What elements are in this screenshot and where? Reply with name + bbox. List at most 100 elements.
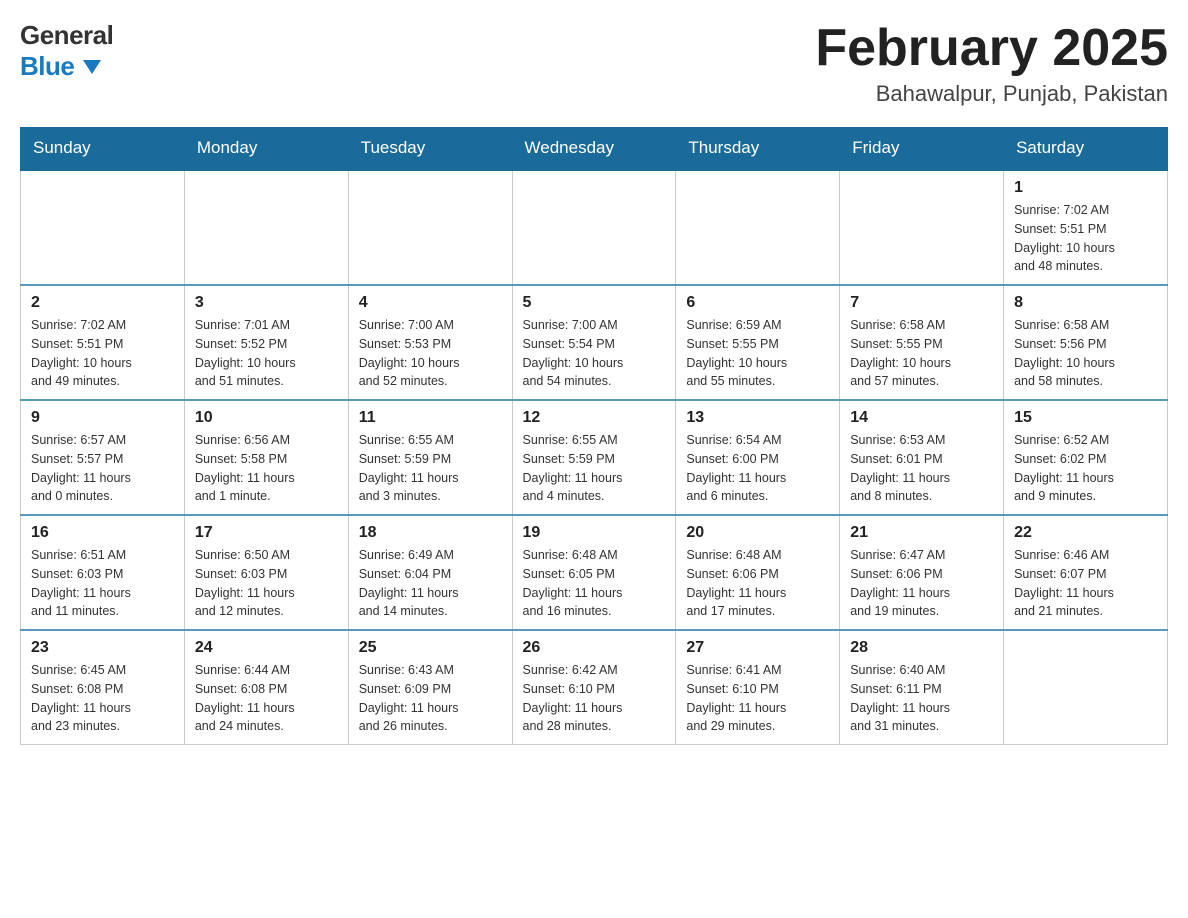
calendar-cell: 5 Sunrise: 7:00 AM Sunset: 5:54 PM Daylig…	[512, 285, 676, 400]
day-number: 4	[359, 294, 502, 312]
calendar-cell	[840, 170, 1004, 286]
logo-blue: Blue	[20, 51, 113, 82]
day-number: 24	[195, 639, 338, 657]
day-info: Sunrise: 6:59 AM Sunset: 5:55 PM Dayligh…	[686, 316, 829, 391]
day-info: Sunrise: 6:41 AM Sunset: 6:10 PM Dayligh…	[686, 661, 829, 736]
day-number: 1	[1014, 179, 1157, 197]
day-info: Sunrise: 6:42 AM Sunset: 6:10 PM Dayligh…	[523, 661, 666, 736]
calendar-cell: 8 Sunrise: 6:58 AM Sunset: 5:56 PM Daylig…	[1004, 285, 1168, 400]
calendar-week-row: 16Sunrise: 6:51 AM Sunset: 6:03 PM Dayli…	[21, 515, 1168, 630]
calendar-cell: 21 Sunrise: 6:47 AM Sunset: 6:06 PM Dayli…	[840, 515, 1004, 630]
calendar-cell: 26 Sunrise: 6:42 AM Sunset: 6:10 PM Dayli…	[512, 630, 676, 745]
calendar-cell: 3 Sunrise: 7:01 AM Sunset: 5:52 PM Daylig…	[184, 285, 348, 400]
day-number: 21	[850, 524, 993, 542]
calendar-cell	[512, 170, 676, 286]
calendar-cell: 27 Sunrise: 6:41 AM Sunset: 6:10 PM Dayli…	[676, 630, 840, 745]
day-number: 5	[523, 294, 666, 312]
day-info: Sunrise: 6:55 AM Sunset: 5:59 PM Dayligh…	[523, 431, 666, 506]
calendar-cell: 7 Sunrise: 6:58 AM Sunset: 5:55 PM Daylig…	[840, 285, 1004, 400]
day-info: Sunrise: 6:51 AM Sunset: 6:03 PM Dayligh…	[31, 546, 174, 621]
day-info: Sunrise: 7:02 AM Sunset: 5:51 PM Dayligh…	[31, 316, 174, 391]
weekday-header-friday: Friday	[840, 128, 1004, 170]
day-info: Sunrise: 6:50 AM Sunset: 6:03 PM Dayligh…	[195, 546, 338, 621]
weekday-header-wednesday: Wednesday	[512, 128, 676, 170]
day-number: 18	[359, 524, 502, 542]
calendar-table: SundayMondayTuesdayWednesdayThursdayFrid…	[20, 127, 1168, 745]
logo: General Blue	[20, 20, 113, 82]
calendar-cell: 19 Sunrise: 6:48 AM Sunset: 6:05 PM Dayli…	[512, 515, 676, 630]
day-info: Sunrise: 6:55 AM Sunset: 5:59 PM Dayligh…	[359, 431, 502, 506]
day-number: 26	[523, 639, 666, 657]
day-number: 11	[359, 409, 502, 427]
weekday-header-tuesday: Tuesday	[348, 128, 512, 170]
day-info: Sunrise: 6:45 AM Sunset: 6:08 PM Dayligh…	[31, 661, 174, 736]
day-number: 19	[523, 524, 666, 542]
day-number: 13	[686, 409, 829, 427]
location-title: Bahawalpur, Punjab, Pakistan	[815, 81, 1168, 107]
calendar-week-row: 2Sunrise: 7:02 AM Sunset: 5:51 PM Daylig…	[21, 285, 1168, 400]
calendar-cell	[184, 170, 348, 286]
day-info: Sunrise: 6:58 AM Sunset: 5:56 PM Dayligh…	[1014, 316, 1157, 391]
day-number: 12	[523, 409, 666, 427]
calendar-week-row: 23 Sunrise: 6:45 AM Sunset: 6:08 PM Dayli…	[21, 630, 1168, 745]
calendar-week-row: 9Sunrise: 6:57 AM Sunset: 5:57 PM Daylig…	[21, 400, 1168, 515]
calendar-cell: 11 Sunrise: 6:55 AM Sunset: 5:59 PM Dayli…	[348, 400, 512, 515]
calendar-cell: 20 Sunrise: 6:48 AM Sunset: 6:06 PM Dayli…	[676, 515, 840, 630]
day-info: Sunrise: 6:40 AM Sunset: 6:11 PM Dayligh…	[850, 661, 993, 736]
day-info: Sunrise: 6:52 AM Sunset: 6:02 PM Dayligh…	[1014, 431, 1157, 506]
calendar-cell: 17 Sunrise: 6:50 AM Sunset: 6:03 PM Dayli…	[184, 515, 348, 630]
calendar-cell: 9Sunrise: 6:57 AM Sunset: 5:57 PM Daylig…	[21, 400, 185, 515]
day-number: 28	[850, 639, 993, 657]
weekday-header-row: SundayMondayTuesdayWednesdayThursdayFrid…	[21, 128, 1168, 170]
calendar-cell	[21, 170, 185, 286]
day-info: Sunrise: 6:56 AM Sunset: 5:58 PM Dayligh…	[195, 431, 338, 506]
day-number: 3	[195, 294, 338, 312]
day-info: Sunrise: 6:48 AM Sunset: 6:06 PM Dayligh…	[686, 546, 829, 621]
title-block: February 2025 Bahawalpur, Punjab, Pakist…	[815, 20, 1168, 107]
calendar-cell: 14Sunrise: 6:53 AM Sunset: 6:01 PM Dayli…	[840, 400, 1004, 515]
day-number: 6	[686, 294, 829, 312]
logo-triangle-icon	[83, 60, 101, 74]
calendar-cell: 16Sunrise: 6:51 AM Sunset: 6:03 PM Dayli…	[21, 515, 185, 630]
calendar-cell: 10Sunrise: 6:56 AM Sunset: 5:58 PM Dayli…	[184, 400, 348, 515]
calendar-cell	[676, 170, 840, 286]
weekday-header-saturday: Saturday	[1004, 128, 1168, 170]
day-info: Sunrise: 7:00 AM Sunset: 5:53 PM Dayligh…	[359, 316, 502, 391]
day-info: Sunrise: 7:01 AM Sunset: 5:52 PM Dayligh…	[195, 316, 338, 391]
calendar-cell: 23 Sunrise: 6:45 AM Sunset: 6:08 PM Dayli…	[21, 630, 185, 745]
day-info: Sunrise: 6:48 AM Sunset: 6:05 PM Dayligh…	[523, 546, 666, 621]
day-number: 20	[686, 524, 829, 542]
weekday-header-sunday: Sunday	[21, 128, 185, 170]
calendar-cell: 15 Sunrise: 6:52 AM Sunset: 6:02 PM Dayli…	[1004, 400, 1168, 515]
day-number: 8	[1014, 294, 1157, 312]
day-number: 7	[850, 294, 993, 312]
day-number: 14	[850, 409, 993, 427]
calendar-cell: 25 Sunrise: 6:43 AM Sunset: 6:09 PM Dayli…	[348, 630, 512, 745]
calendar-cell: 12 Sunrise: 6:55 AM Sunset: 5:59 PM Dayli…	[512, 400, 676, 515]
calendar-cell: 2Sunrise: 7:02 AM Sunset: 5:51 PM Daylig…	[21, 285, 185, 400]
calendar-cell: 22Sunrise: 6:46 AM Sunset: 6:07 PM Dayli…	[1004, 515, 1168, 630]
day-info: Sunrise: 7:00 AM Sunset: 5:54 PM Dayligh…	[523, 316, 666, 391]
calendar-cell: 24 Sunrise: 6:44 AM Sunset: 6:08 PM Dayli…	[184, 630, 348, 745]
day-info: Sunrise: 6:49 AM Sunset: 6:04 PM Dayligh…	[359, 546, 502, 621]
day-info: Sunrise: 6:57 AM Sunset: 5:57 PM Dayligh…	[31, 431, 174, 506]
day-info: Sunrise: 6:47 AM Sunset: 6:06 PM Dayligh…	[850, 546, 993, 621]
day-info: Sunrise: 7:02 AM Sunset: 5:51 PM Dayligh…	[1014, 201, 1157, 276]
day-info: Sunrise: 6:54 AM Sunset: 6:00 PM Dayligh…	[686, 431, 829, 506]
page-header: General Blue February 2025 Bahawalpur, P…	[20, 20, 1168, 107]
calendar-cell: 4 Sunrise: 7:00 AM Sunset: 5:53 PM Daylig…	[348, 285, 512, 400]
calendar-week-row: 1 Sunrise: 7:02 AM Sunset: 5:51 PM Daylig…	[21, 170, 1168, 286]
calendar-cell: 1 Sunrise: 7:02 AM Sunset: 5:51 PM Daylig…	[1004, 170, 1168, 286]
day-number: 17	[195, 524, 338, 542]
day-info: Sunrise: 6:44 AM Sunset: 6:08 PM Dayligh…	[195, 661, 338, 736]
day-number: 27	[686, 639, 829, 657]
day-number: 23	[31, 639, 174, 657]
calendar-cell: 6 Sunrise: 6:59 AM Sunset: 5:55 PM Daylig…	[676, 285, 840, 400]
day-number: 15	[1014, 409, 1157, 427]
day-number: 25	[359, 639, 502, 657]
day-number: 22	[1014, 524, 1157, 542]
calendar-cell: 13 Sunrise: 6:54 AM Sunset: 6:00 PM Dayli…	[676, 400, 840, 515]
day-info: Sunrise: 6:43 AM Sunset: 6:09 PM Dayligh…	[359, 661, 502, 736]
day-info: Sunrise: 6:58 AM Sunset: 5:55 PM Dayligh…	[850, 316, 993, 391]
month-title: February 2025	[815, 20, 1168, 77]
